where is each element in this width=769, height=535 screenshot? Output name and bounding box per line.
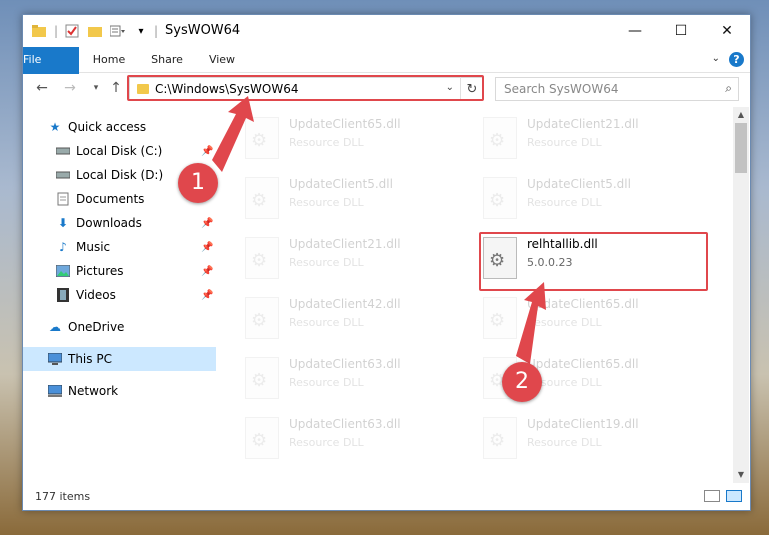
arrow-1 (212, 96, 254, 172)
step-2-badge: 2 (502, 362, 542, 402)
arrow-2 (516, 282, 546, 364)
step-1-badge: 1 (178, 163, 218, 203)
annotation-arrows (212, 96, 546, 364)
